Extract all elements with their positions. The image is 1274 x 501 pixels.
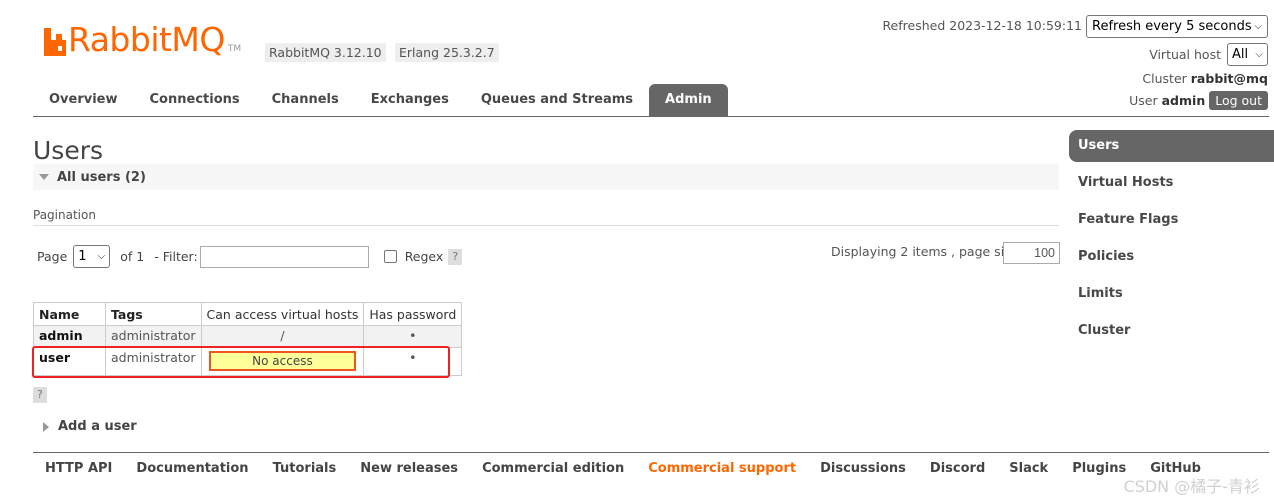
page-title: Users bbox=[33, 136, 104, 165]
rabbit-logo-icon bbox=[44, 28, 66, 56]
watermark: CSDN @橘子-青衫 bbox=[1123, 477, 1260, 496]
refresh-interval-value: Refresh every 5 seconds bbox=[1092, 19, 1252, 34]
sidebar-item-feature-flags[interactable]: Feature Flags bbox=[1069, 204, 1274, 241]
erlang-version-badge: Erlang 25.3.2.7 bbox=[395, 43, 499, 62]
tab-admin[interactable]: Admin bbox=[649, 84, 728, 116]
table-help-icon[interactable]: ? bbox=[33, 387, 47, 403]
filter-input[interactable] bbox=[199, 245, 369, 268]
logo-trademark: TM bbox=[227, 44, 242, 54]
page-select[interactable]: 1 ⌵ bbox=[73, 245, 111, 268]
user-has-password: • bbox=[363, 325, 463, 348]
rabbitmq-version-badge: RabbitMQ 3.12.10 bbox=[265, 43, 386, 62]
logout-button[interactable]: Log out bbox=[1209, 91, 1268, 110]
rabbitmq-logo[interactable]: RabbitMQ TM bbox=[44, 20, 242, 59]
table-row[interactable]: admin administrator / • bbox=[33, 325, 463, 348]
highlight-annotation-box bbox=[32, 346, 450, 378]
pagination-label: Pagination bbox=[33, 208, 96, 222]
page-size-input[interactable] bbox=[1003, 242, 1060, 264]
tab-queues-and-streams[interactable]: Queues and Streams bbox=[465, 84, 649, 116]
footer-link-slack[interactable]: Slack bbox=[1009, 461, 1048, 476]
cluster-label: Cluster bbox=[1142, 71, 1187, 86]
triangle-right-icon bbox=[43, 421, 49, 432]
pagination-divider bbox=[33, 225, 1059, 226]
pagination-controls: Page 1 ⌵ of 1 - Filter: Regex ? bbox=[37, 245, 463, 268]
logo-text: RabbitMQ bbox=[68, 20, 225, 59]
sidebar-item-virtual-hosts[interactable]: Virtual Hosts bbox=[1069, 167, 1274, 204]
tab-connections[interactable]: Connections bbox=[134, 84, 256, 116]
tab-exchanges[interactable]: Exchanges bbox=[355, 84, 465, 116]
add-user-section-toggle[interactable]: Add a user bbox=[43, 419, 137, 434]
tab-overview[interactable]: Overview bbox=[33, 84, 134, 116]
column-header-name[interactable]: Name bbox=[33, 302, 106, 326]
chevron-down-icon: ⌵ bbox=[97, 251, 106, 262]
user-name-link[interactable]: admin bbox=[33, 325, 106, 348]
main-tabs: Overview Connections Channels Exchanges … bbox=[33, 84, 728, 116]
sidebar-item-users[interactable]: Users bbox=[1069, 130, 1274, 162]
page-select-value: 1 bbox=[78, 249, 87, 264]
tab-channels[interactable]: Channels bbox=[256, 84, 355, 116]
footer-link-discussions[interactable]: Discussions bbox=[820, 461, 906, 476]
footer-link-plugins[interactable]: Plugins bbox=[1072, 461, 1126, 476]
footer-link-documentation[interactable]: Documentation bbox=[136, 461, 248, 476]
all-users-section-toggle[interactable]: All users (2) bbox=[33, 164, 1059, 190]
user-info: User admin Log out bbox=[1129, 91, 1268, 110]
virtual-host-value: All bbox=[1232, 47, 1249, 62]
regex-help-icon[interactable]: ? bbox=[448, 248, 463, 265]
triangle-down-icon bbox=[39, 174, 49, 180]
regex-label: Regex bbox=[404, 249, 444, 264]
admin-sidebar: Users Virtual Hosts Feature Flags Polici… bbox=[1069, 130, 1274, 352]
user-tags: administrator bbox=[105, 325, 202, 348]
all-users-section-label: All users (2) bbox=[57, 169, 146, 185]
footer-link-commercial-edition[interactable]: Commercial edition bbox=[482, 461, 624, 476]
footer-link-discord[interactable]: Discord bbox=[930, 461, 985, 476]
regex-checkbox[interactable] bbox=[383, 250, 397, 263]
footer-link-commercial-support[interactable]: Commercial support bbox=[648, 461, 796, 476]
column-header-vhosts: Can access virtual hosts bbox=[200, 302, 365, 326]
footer-link-new-releases[interactable]: New releases bbox=[360, 461, 458, 476]
refresh-interval-select[interactable]: Refresh every 5 seconds ⌵ bbox=[1086, 15, 1268, 38]
footer-links: HTTP API Documentation Tutorials New rel… bbox=[45, 461, 1225, 476]
user-label: User bbox=[1129, 93, 1158, 108]
current-username: admin bbox=[1161, 93, 1206, 108]
table-header-row: Name Tags Can access virtual hosts Has p… bbox=[33, 302, 463, 326]
virtual-host-label: Virtual host bbox=[1149, 47, 1221, 62]
footer-link-tutorials[interactable]: Tutorials bbox=[273, 461, 337, 476]
column-header-has-password: Has password bbox=[363, 302, 463, 326]
sidebar-item-limits[interactable]: Limits bbox=[1069, 278, 1274, 315]
cluster-info: Cluster rabbit@mq bbox=[1142, 71, 1268, 86]
footer-link-http-api[interactable]: HTTP API bbox=[45, 461, 112, 476]
tabs-divider bbox=[33, 116, 1269, 117]
page-count-label: of 1 bbox=[120, 249, 145, 264]
chevron-down-icon: ⌵ bbox=[1255, 49, 1263, 60]
add-user-label: Add a user bbox=[58, 419, 137, 434]
column-header-tags[interactable]: Tags bbox=[105, 302, 202, 326]
page-label: Page bbox=[37, 249, 68, 264]
user-vhosts: / bbox=[200, 325, 365, 348]
footer-divider bbox=[33, 452, 1269, 453]
cluster-name: rabbit@mq bbox=[1190, 71, 1268, 86]
sidebar-item-cluster[interactable]: Cluster bbox=[1069, 315, 1274, 352]
refreshed-timestamp: Refreshed 2023-12-18 10:59:11 bbox=[882, 18, 1082, 33]
chevron-down-icon: ⌵ bbox=[1254, 21, 1262, 32]
sidebar-item-policies[interactable]: Policies bbox=[1069, 241, 1274, 278]
virtual-host-select[interactable]: All ⌵ bbox=[1227, 43, 1268, 66]
filter-label: - Filter: bbox=[154, 249, 198, 264]
